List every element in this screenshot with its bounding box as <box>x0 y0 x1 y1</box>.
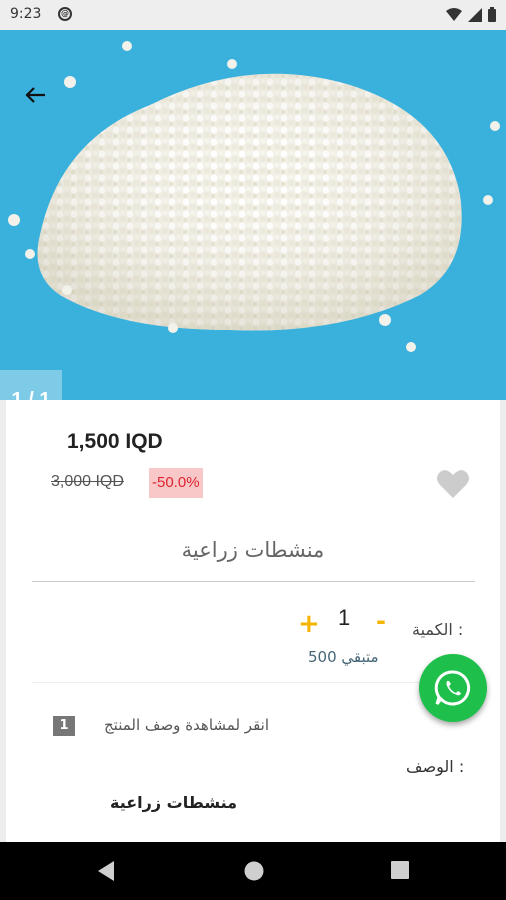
notification-icon: @ <box>58 7 72 21</box>
fertilizer-granules-image <box>8 41 500 352</box>
nav-home-button[interactable] <box>243 860 265 886</box>
original-price: 3,000 IQD <box>51 473 124 490</box>
nav-recents-button[interactable] <box>390 860 410 884</box>
product-details-card: 1,500 IQD 3,000 IQD -50.0% منشطات زراعية… <box>6 400 500 842</box>
stock-remaining: متبقي 500 <box>308 648 379 666</box>
product-image[interactable]: 1 / 1 <box>0 30 506 400</box>
nav-recents-icon <box>391 861 409 879</box>
image-page-indicator: 1 / 1 <box>0 370 62 400</box>
battery-icon <box>488 7 496 22</box>
view-description-link[interactable]: انقر لمشاهدة وصف المنتج <box>104 716 269 734</box>
discount-badge: -50.0% <box>149 468 203 498</box>
whatsapp-button[interactable] <box>419 654 487 722</box>
quantity-label: الكمية : <box>412 620 464 639</box>
description-label: الوصف : <box>406 757 465 776</box>
favorite-button[interactable] <box>436 468 470 502</box>
status-time: 9:23 <box>10 6 42 22</box>
heart-icon <box>437 470 469 498</box>
nav-back-icon <box>98 861 114 881</box>
status-bar: 9:23 @ <box>0 0 506 30</box>
divider <box>32 682 475 683</box>
description-badge: 1 <box>53 716 75 736</box>
system-navigation-bar <box>0 842 506 900</box>
product-price: 1,500 IQD <box>67 430 163 453</box>
divider <box>32 581 475 582</box>
quantity-value: 1 <box>338 605 351 630</box>
quantity-increase-button[interactable]: + <box>298 609 320 639</box>
product-name: منشطات زراعية <box>181 538 325 562</box>
wifi-icon <box>446 7 462 21</box>
description-text: منشطات زراعية <box>110 793 238 812</box>
back-arrow-icon <box>25 87 45 103</box>
status-icons <box>446 7 496 22</box>
quantity-decrease-button[interactable]: - <box>376 607 386 635</box>
back-button[interactable] <box>20 80 50 110</box>
signal-icon <box>468 7 482 22</box>
nav-back-button[interactable] <box>96 860 116 886</box>
whatsapp-icon <box>434 670 471 706</box>
nav-home-icon <box>244 861 264 881</box>
